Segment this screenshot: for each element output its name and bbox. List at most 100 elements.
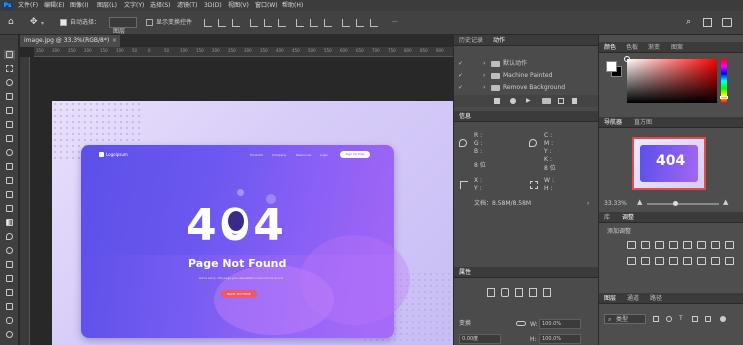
black-white-icon[interactable] — [725, 241, 734, 249]
lasso-tool[interactable] — [4, 78, 15, 87]
menu-view[interactable]: 视图(V) — [228, 2, 249, 10]
tab-info[interactable]: 信息 — [459, 113, 471, 121]
tab-color[interactable]: 颜色 — [604, 44, 616, 52]
filter-pixel-icon[interactable] — [653, 316, 659, 322]
layer-style-icon[interactable] — [543, 288, 551, 297]
color-balance-icon[interactable] — [711, 241, 720, 249]
record-icon[interactable] — [510, 98, 516, 104]
align-middle-icon[interactable] — [264, 19, 272, 27]
menu-type[interactable]: 文字(Y) — [124, 2, 144, 10]
menu-window[interactable]: 窗口(W) — [255, 2, 278, 10]
home-icon[interactable]: ⌂ — [8, 18, 14, 27]
vector-mask-icon[interactable] — [515, 288, 523, 297]
hand-tool[interactable] — [4, 316, 15, 325]
brush-tool[interactable] — [4, 162, 15, 171]
rectangle-tool[interactable] — [4, 302, 15, 311]
trash-icon[interactable] — [572, 98, 577, 104]
filter-adjustment-icon[interactable] — [666, 316, 672, 322]
menu-image[interactable]: 图像(I) — [70, 2, 88, 10]
height-input[interactable]: 100.0% — [539, 334, 581, 344]
menu-help[interactable]: 帮助(H) — [282, 2, 303, 10]
new-action-icon[interactable] — [558, 98, 564, 104]
type-tool[interactable] — [4, 274, 15, 283]
show-transform-checkbox[interactable] — [146, 19, 153, 26]
filter-type-icon[interactable]: T — [679, 315, 683, 323]
navigator-preview[interactable]: 404 — [632, 137, 706, 190]
close-icon[interactable]: × — [112, 37, 117, 45]
chevron-right-icon[interactable]: › — [483, 60, 485, 68]
play-icon[interactable]: ▶ — [526, 97, 531, 105]
eraser-tool[interactable] — [4, 204, 15, 213]
tab-gradients[interactable]: 渐变 — [648, 44, 660, 52]
align-bottom-icon[interactable] — [278, 19, 286, 27]
tab-layers[interactable]: 图层 — [604, 295, 616, 303]
tab-histogram[interactable]: 直方图 — [634, 119, 652, 127]
distribute-middle-icon[interactable] — [356, 19, 364, 27]
blur-tool[interactable] — [4, 232, 15, 241]
workspace-icon[interactable] — [703, 18, 712, 27]
vertical-ruler[interactable] — [20, 57, 30, 345]
crop-tool[interactable] — [4, 106, 15, 115]
filter-smart-icon[interactable] — [705, 316, 711, 322]
auto-select-checkbox[interactable] — [60, 19, 67, 26]
align-center-icon[interactable] — [218, 19, 226, 27]
distribute-top-icon[interactable] — [342, 19, 350, 27]
distribute-center-icon[interactable] — [310, 19, 318, 27]
search-icon[interactable]: ⌕ — [686, 17, 691, 27]
check-icon[interactable]: ✓ — [458, 60, 463, 68]
quick-select-tool[interactable] — [4, 92, 15, 101]
distribute-left-icon[interactable] — [296, 19, 304, 27]
posterize-icon[interactable] — [683, 257, 692, 265]
tab-swatches[interactable]: 色板 — [626, 44, 638, 52]
eyedropper-icon[interactable] — [459, 139, 467, 147]
zoom-out-icon[interactable]: ▲ — [637, 198, 642, 206]
lookup-icon[interactable] — [655, 257, 664, 265]
filter-toggle-icon[interactable] — [720, 316, 726, 322]
filter-shape-icon[interactable] — [692, 316, 698, 322]
path-select-tool[interactable] — [4, 288, 15, 297]
menu-select[interactable]: 选择(S) — [150, 2, 171, 10]
tab-patterns[interactable]: 图案 — [671, 44, 683, 52]
tab-properties[interactable]: 属性 — [459, 269, 471, 277]
smart-object-icon[interactable] — [529, 288, 537, 297]
action-row[interactable]: ✓ › Machine Painted — [454, 70, 599, 82]
move-tool[interactable] — [4, 50, 15, 59]
angle-input[interactable]: 0.00度 — [459, 334, 501, 344]
color-picker-field[interactable] — [627, 59, 717, 103]
tab-navigator[interactable]: 导航器 — [604, 119, 622, 127]
hsl-icon[interactable] — [697, 241, 706, 249]
curves-icon[interactable] — [655, 241, 664, 249]
more-options-icon[interactable]: ··· — [392, 19, 398, 27]
action-row[interactable]: ✓ › Remove Background — [454, 82, 599, 94]
exposure-icon[interactable] — [669, 241, 678, 249]
check-icon[interactable]: ✓ — [458, 72, 463, 80]
menu-file[interactable]: 文件(F) — [18, 2, 38, 10]
pixel-layer-icon[interactable] — [487, 288, 495, 297]
frame-tool[interactable] — [4, 120, 15, 129]
gradient-tool[interactable] — [4, 218, 15, 227]
marquee-tool[interactable] — [4, 64, 15, 73]
tab-adjustments[interactable]: 调整 — [622, 214, 634, 222]
menu-filter[interactable]: 滤镜(T) — [177, 2, 197, 10]
hue-slider-handle[interactable] — [720, 96, 728, 99]
new-set-icon[interactable] — [542, 98, 551, 104]
menu-3d[interactable]: 3D(D) — [204, 2, 222, 10]
horizontal-ruler[interactable]: 350 300 250 200 150 100 50 0 50 100 150 200 250 300 35… — [34, 47, 453, 57]
eyedropper-icon[interactable] — [529, 139, 537, 147]
menu-edit[interactable]: 编辑(E) — [44, 2, 64, 10]
gradient-map-icon[interactable] — [711, 257, 720, 265]
foreground-color-swatch[interactable] — [606, 61, 617, 72]
color-picker-handle[interactable] — [624, 56, 630, 62]
clone-stamp-tool[interactable] — [4, 176, 15, 185]
mask-icon[interactable] — [501, 288, 509, 297]
brightness-icon[interactable] — [627, 241, 636, 249]
pen-tool[interactable] — [4, 260, 15, 269]
chevron-right-icon[interactable]: › — [483, 84, 485, 92]
zoom-slider[interactable] — [647, 203, 719, 205]
tab-libraries[interactable]: 库 — [604, 214, 610, 222]
link-icon[interactable] — [516, 321, 526, 326]
dodge-tool[interactable] — [4, 246, 15, 255]
tab-actions[interactable]: 动作 — [493, 37, 505, 45]
align-top-icon[interactable] — [250, 19, 258, 27]
healing-brush-tool[interactable] — [4, 148, 15, 157]
